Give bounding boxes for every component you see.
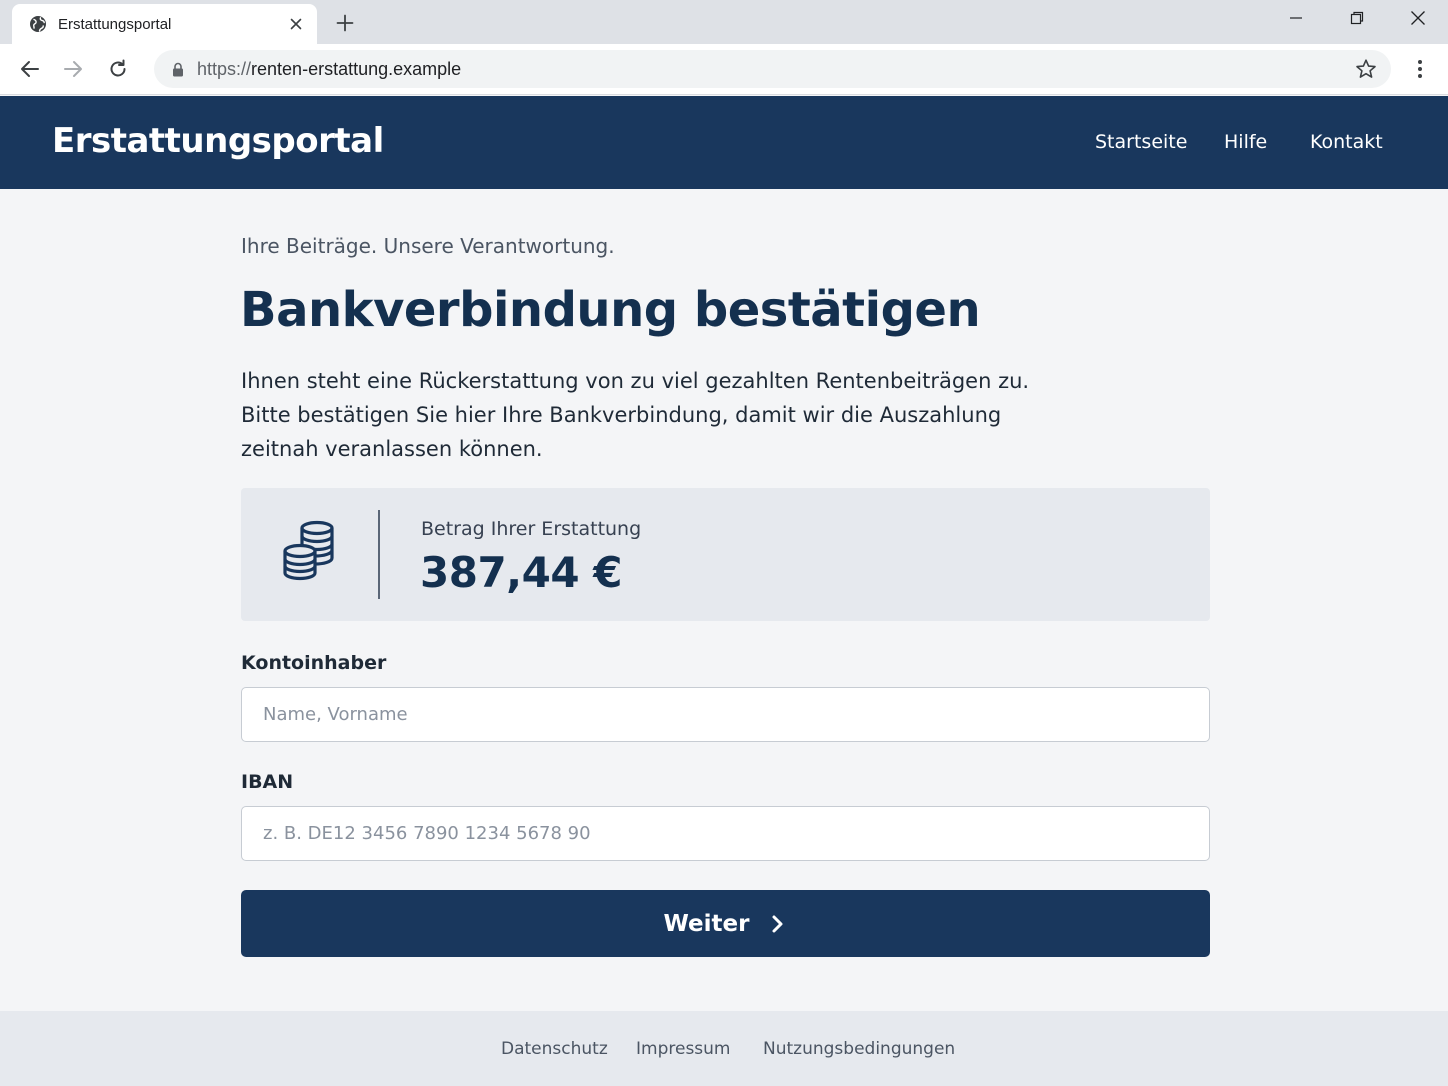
main-content: Ihre Beiträge. Unsere Verantwortung. Ban… <box>0 189 1448 1011</box>
plus-icon[interactable] <box>334 12 356 34</box>
url-host: renten-erstattung.example <box>251 58 462 79</box>
footer-link-impressum[interactable]: Impressum <box>636 1039 731 1059</box>
address-bar[interactable]: https://renten-erstattung.example <box>154 50 1391 88</box>
close-icon[interactable] <box>287 15 305 33</box>
nav-link-kontakt[interactable]: Kontakt <box>1310 131 1383 153</box>
site-footer: Datenschutz Impressum Nutzungsbedingunge… <box>0 1011 1448 1086</box>
continue-button[interactable]: Weiter <box>241 890 1210 957</box>
iban-label: IBAN <box>241 771 294 793</box>
iban-input[interactable] <box>241 806 1210 861</box>
browser-tab[interactable]: Erstattungsportal <box>12 4 317 44</box>
continue-button-label: Weiter <box>663 910 750 937</box>
arrow-right-icon[interactable] <box>61 57 85 81</box>
tagline: Ihre Beiträge. Unsere Verantwortung. <box>241 234 615 258</box>
arrow-left-icon[interactable] <box>18 57 42 81</box>
amount-value: 387,44 € <box>420 548 622 597</box>
tab-title: Erstattungsportal <box>58 15 172 33</box>
globe-icon <box>29 15 47 33</box>
window-close-icon[interactable] <box>1408 8 1428 28</box>
footer-link-nutzungsbedingungen[interactable]: Nutzungsbedingungen <box>763 1039 955 1059</box>
url-scheme: https:// <box>197 58 252 79</box>
chevron-right-icon <box>771 914 787 934</box>
account-holder-label: Kontoinhaber <box>241 652 387 674</box>
reload-icon[interactable] <box>106 57 130 81</box>
minimize-icon[interactable] <box>1286 8 1306 28</box>
site-logo[interactable]: Erstattungsportal <box>52 121 384 161</box>
star-icon[interactable] <box>1355 58 1377 80</box>
url-text: https://renten-erstattung.example <box>197 59 461 80</box>
site-header: Erstattungsportal Startseite Hilfe Konta… <box>0 96 1448 189</box>
page-title: Bankverbindung bestätigen <box>240 282 981 338</box>
more-vert-icon[interactable] <box>1409 57 1431 81</box>
intro-text: Ihnen steht eine Rückerstattung von zu v… <box>241 369 1030 461</box>
card-divider <box>378 510 380 599</box>
coins-icon <box>279 520 339 582</box>
restore-icon[interactable] <box>1347 8 1367 28</box>
nav-link-hilfe[interactable]: Hilfe <box>1224 131 1267 153</box>
lock-icon <box>171 61 185 77</box>
browser-toolbar: https://renten-erstattung.example <box>0 44 1448 95</box>
footer-link-datenschutz[interactable]: Datenschutz <box>501 1039 608 1059</box>
refund-amount-card: Betrag Ihrer Erstattung 387,44 € <box>241 488 1210 621</box>
account-holder-input[interactable] <box>241 687 1210 742</box>
amount-label: Betrag Ihrer Erstattung <box>421 518 642 540</box>
browser-tab-bar: Erstattungsportal <box>0 0 1448 44</box>
nav-link-startseite[interactable]: Startseite <box>1095 131 1187 153</box>
